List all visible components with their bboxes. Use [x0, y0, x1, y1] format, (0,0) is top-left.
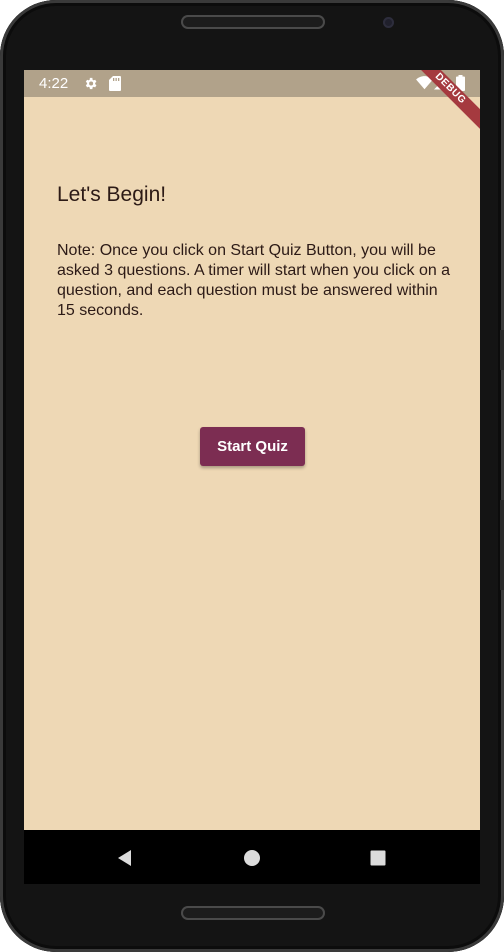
start-quiz-button[interactable]: Start Quiz	[200, 427, 305, 466]
page-title: Let's Begin!	[57, 183, 167, 206]
back-icon[interactable]	[112, 845, 138, 871]
app-screen: 4:22 DEBUG Let's Begin! Note: Once you c…	[24, 70, 480, 830]
bottom-speaker	[181, 906, 325, 920]
power-button	[500, 330, 504, 370]
sd-card-icon	[109, 76, 121, 91]
volume-button	[500, 500, 504, 590]
phone-frame: 4:22 DEBUG Let's Begin! Note: Once you c…	[0, 0, 504, 952]
status-bar: 4:22 DEBUG	[24, 70, 480, 137]
front-camera	[383, 17, 394, 28]
quiz-instructions: Note: Once you click on Start Quiz Butto…	[57, 242, 451, 319]
recents-icon[interactable]	[365, 845, 391, 871]
debug-banner: DEBUG	[402, 70, 480, 137]
gear-icon	[85, 77, 97, 90]
navigation-bar	[24, 830, 480, 884]
home-icon[interactable]	[239, 845, 265, 871]
status-time: 4:22	[39, 75, 69, 92]
top-speaker	[181, 15, 325, 29]
